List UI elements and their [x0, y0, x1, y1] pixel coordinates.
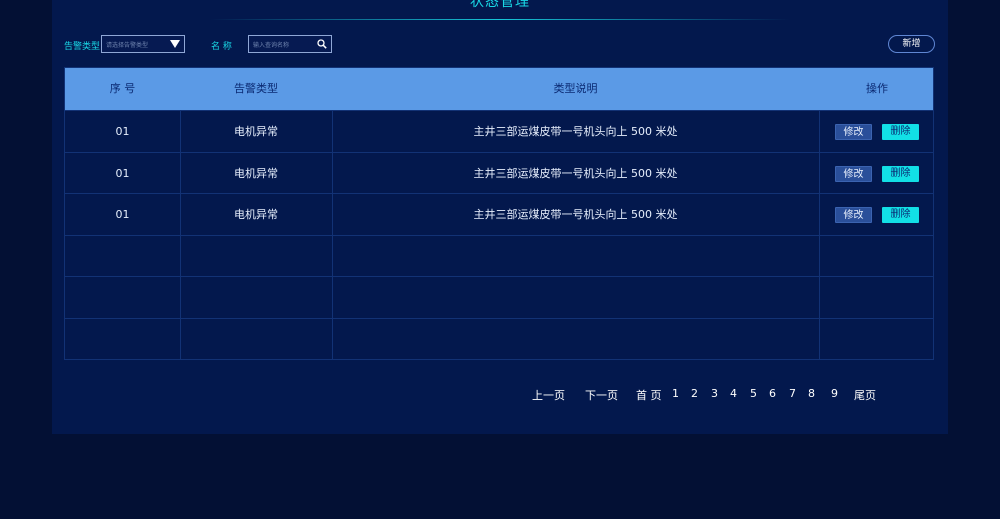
search-icon[interactable] — [317, 39, 327, 49]
cell-description: 主井三部运煤皮带一号机头向上 500 米处 — [473, 208, 678, 222]
table-row-empty — [65, 276, 933, 318]
header-index: 序 号 — [109, 82, 136, 95]
cell-alarm-type: 电机异常 — [234, 125, 278, 138]
cell-description: 主井三部运煤皮带一号机头向上 500 米处 — [473, 125, 678, 138]
first-page-link[interactable]: 首 页 — [636, 387, 662, 403]
page-link-8[interactable]: 8 — [808, 387, 815, 400]
edit-button[interactable]: 修改 — [835, 124, 872, 140]
cell-alarm-type: 电机异常 — [234, 208, 278, 222]
last-page-link[interactable]: 尾页 — [854, 387, 876, 403]
page-link-4[interactable]: 4 — [730, 387, 737, 400]
alarm-type-label: 告警类型 — [64, 42, 101, 52]
title-underline — [210, 19, 790, 20]
table-row: 01 电机异常 主井三部运煤皮带一号机头向上 500 米处 修改 删除 — [65, 151, 935, 194]
edit-button[interactable]: 修改 — [835, 207, 872, 224]
cell-index: 01 — [115, 125, 130, 138]
header-description: 类型说明 — [553, 82, 598, 95]
table-row-empty — [65, 234, 933, 277]
alarm-type-placeholder: 请选择告警类型 — [106, 42, 149, 49]
name-label: 名 称 — [211, 42, 232, 52]
add-button[interactable]: 新增 — [888, 35, 935, 53]
next-page-link[interactable]: 下一页 — [585, 387, 618, 403]
page-link-5[interactable]: 5 — [750, 387, 757, 400]
edit-button[interactable]: 修改 — [835, 165, 872, 182]
page-link-9[interactable]: 9 — [831, 387, 838, 400]
page-link-6[interactable]: 6 — [769, 387, 776, 400]
cell-actions: 修改 删除 — [819, 111, 935, 152]
table-row: 01 电机异常 主井三部运煤皮带一号机头向上 500 米处 修改 删除 — [65, 193, 933, 235]
table-row-empty — [65, 318, 933, 360]
alarm-type-select[interactable]: 请选择告警类型 — [101, 35, 185, 53]
name-search-input[interactable]: 输入查询名称 — [248, 35, 332, 53]
cell-description: 主井三部运煤皮带一号机头向上 500 米处 — [473, 166, 678, 180]
delete-button[interactable]: 删除 — [882, 165, 919, 182]
page-title: 状态管理 — [470, 0, 530, 10]
page-link-2[interactable]: 2 — [691, 387, 698, 400]
header-alarm-type: 告警类型 — [234, 82, 278, 95]
delete-button[interactable]: 删除 — [882, 124, 919, 140]
page-link-1[interactable]: 1 — [672, 387, 679, 400]
cell-actions: 修改 删除 — [819, 194, 935, 235]
header-actions: 操作 — [866, 82, 888, 95]
name-placeholder: 输入查询名称 — [253, 42, 290, 49]
page-link-7[interactable]: 7 — [789, 387, 796, 400]
delete-button[interactable]: 删除 — [882, 207, 919, 224]
table-header: 序 号 告警类型 类型说明 操作 — [65, 68, 933, 110]
page-link-3[interactable]: 3 — [711, 387, 718, 400]
cell-index: 01 — [115, 208, 130, 222]
prev-page-link[interactable]: 上一页 — [532, 387, 565, 403]
cell-actions: 修改 删除 — [819, 153, 935, 194]
cell-index: 01 — [115, 166, 130, 180]
alarm-table: 序 号 告警类型 类型说明 操作 01 电机异常 主井三部运煤皮带一号机头向上 … — [64, 67, 934, 360]
cell-alarm-type: 电机异常 — [234, 166, 278, 180]
chevron-down-icon[interactable] — [170, 40, 180, 48]
table-row: 01 电机异常 主井三部运煤皮带一号机头向上 500 米处 修改 删除 — [65, 110, 933, 152]
